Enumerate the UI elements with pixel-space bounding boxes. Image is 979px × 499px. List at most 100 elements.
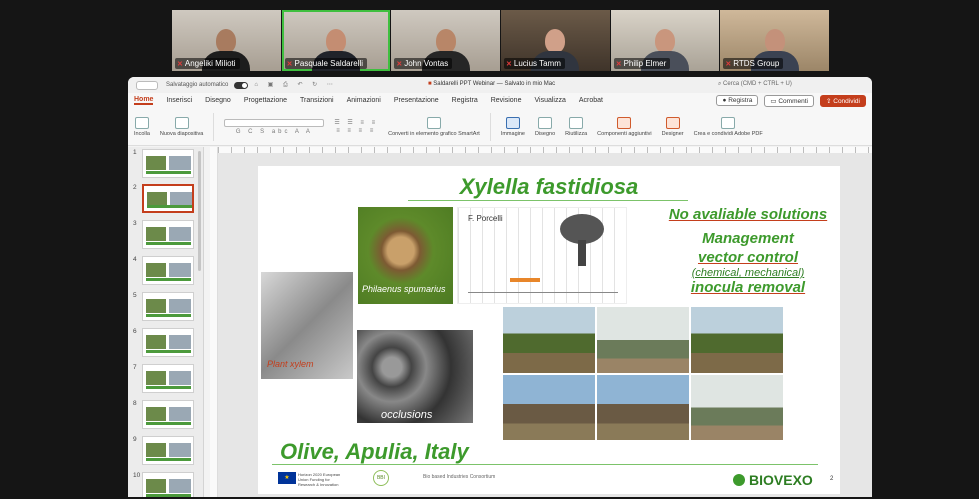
new-slide-icon (174, 116, 189, 129)
smartart-icon (426, 116, 441, 129)
addins-button[interactable]: Componenti aggiuntivi (597, 116, 652, 137)
thumbnail-row[interactable]: 4 (128, 256, 204, 286)
tab-design[interactable]: Progettazione (244, 97, 287, 104)
slide-thumbnail[interactable] (142, 292, 194, 321)
smartart-button[interactable]: Converti in elemento grafico SmartArt (388, 116, 480, 137)
thumbnail-row[interactable]: 3 (128, 220, 204, 250)
insect-caption: Philaenus spumarius (362, 284, 446, 294)
insect-photo[interactable]: Philaenus spumarius (358, 207, 453, 304)
participant-tile[interactable]: ✕ RTDS Group (720, 10, 830, 71)
reuse-icon (569, 116, 584, 129)
xylem-micrograph[interactable]: Plant xylem (261, 272, 353, 379)
slide-thumbnail[interactable] (142, 436, 194, 465)
vertical-ruler (210, 147, 218, 497)
tab-insert[interactable]: Inserisci (166, 97, 192, 104)
thumbnail-row[interactable]: 1 (128, 149, 204, 179)
slide-thumbnail[interactable] (142, 149, 194, 178)
no-solutions-text: No avaliable solutions (668, 206, 828, 223)
chemical-mechanical-text: (chemical, mechanical) (691, 267, 805, 279)
thumbnail-row[interactable]: 2 (128, 184, 204, 214)
paste-icon (134, 116, 149, 129)
divider (489, 112, 491, 141)
mic-off-icon: ✕ (725, 60, 732, 68)
occlusions-micrograph[interactable]: occlusions (357, 330, 473, 423)
slide-key-points[interactable]: No avaliable solutions Management vector… (653, 206, 840, 296)
sidebar-toggle-button[interactable] (136, 80, 158, 90)
new-slide-button[interactable]: Nuova diapositiva (160, 116, 203, 137)
slide-thumbnail[interactable] (142, 400, 194, 429)
participant-tile-active-speaker[interactable]: ✕ Pasquale Saldarelli (281, 10, 391, 71)
designer-button[interactable]: Designer (662, 116, 684, 137)
tab-home[interactable]: Home (134, 96, 154, 105)
ribbon-tab-bar: Home Inserisci Disegno Progettazione Tra… (128, 93, 872, 108)
participant-tile[interactable]: ✕ John Vontas (391, 10, 501, 71)
record-button[interactable]: ● Registra (716, 95, 759, 106)
participant-tile[interactable]: ✕ Lucius Tamm (501, 10, 610, 71)
thumbnail-row[interactable]: 9 (128, 436, 204, 466)
share-button[interactable]: ⇪ Condividi (819, 94, 866, 107)
reuse-button[interactable]: Riutilizza (565, 116, 587, 137)
paste-button[interactable]: Incolla (134, 116, 150, 137)
location-title[interactable]: Olive, Apulia, Italy (280, 439, 469, 465)
olive-tree-icon (558, 214, 606, 266)
mic-off-icon: ✕ (506, 60, 512, 68)
eu-flag-icon: ★ (278, 472, 296, 484)
tab-review[interactable]: Revisione (491, 97, 522, 104)
image-button[interactable]: Immagine (501, 116, 525, 137)
tab-draw[interactable]: Disegno (205, 97, 231, 104)
olive-tree-photo[interactable] (597, 374, 689, 440)
mic-off-icon: ✕ (177, 60, 183, 68)
thumbnail-scrollbar[interactable] (198, 151, 201, 271)
participant-tile[interactable]: ✕ Philip Elmer (610, 10, 720, 71)
autosave-toggle[interactable] (234, 81, 249, 89)
bbi-logo: BBI (373, 470, 389, 486)
align-icons[interactable]: ≡ ≡ ≡ ≡ (336, 128, 376, 134)
graph-axis (468, 292, 618, 293)
tab-animations[interactable]: Animazioni (347, 97, 381, 104)
search-input[interactable]: ⌕ Cerca (CMD + CTRL + U) (718, 81, 792, 88)
participant-name-label: ✕ RTDS Group (723, 58, 784, 69)
vector-lifecycle-graph[interactable]: F. Porcelli (457, 207, 627, 304)
slide-thumbnail[interactable] (142, 328, 194, 357)
tab-acrobat[interactable]: Acrobat (579, 97, 603, 104)
current-slide[interactable]: Xylella fastidiosa No avaliable solution… (258, 166, 840, 494)
tab-view[interactable]: Visualizza (534, 97, 565, 104)
comments-button[interactable]: ▭ Commenti (764, 94, 814, 107)
tab-record[interactable]: Registra (452, 97, 478, 104)
olive-tree-photo[interactable] (503, 307, 595, 373)
olive-tree-photo[interactable] (691, 374, 783, 440)
tab-slideshow[interactable]: Presentazione (394, 97, 439, 104)
participant-tile[interactable]: ✕ Angeliki Milioti (172, 10, 281, 71)
slide-thumbnail-panel[interactable]: 1 2 3 4 5 6 7 8 9 10 (128, 147, 204, 497)
slide-thumbnail[interactable] (142, 364, 194, 393)
mic-off-icon: ✕ (615, 60, 622, 68)
eu-funding-text: Horizon 2020 European Union Funding for … (298, 472, 341, 487)
adobe-pdf-button[interactable]: Crea e condividi Adobe PDF (694, 116, 763, 137)
slide-thumbnail[interactable] (142, 220, 194, 249)
slide-thumbnail[interactable] (142, 472, 194, 497)
thumbnail-row[interactable]: 7 (128, 364, 204, 394)
addins-icon (617, 116, 632, 129)
occlusions-caption: occlusions (381, 409, 433, 421)
olive-tree-photo[interactable] (691, 307, 783, 373)
slide-thumbnail-selected[interactable] (142, 184, 194, 213)
participant-name-label: ✕ Angeliki Milioti (175, 58, 240, 69)
olive-tree-photo[interactable] (503, 374, 595, 440)
font-name-dropdown[interactable] (224, 118, 325, 127)
thumbnail-row[interactable]: 8 (128, 400, 204, 430)
tab-transitions[interactable]: Transizioni (300, 97, 334, 104)
thumbnail-row[interactable]: 6 (128, 328, 204, 358)
quick-access-icons[interactable]: ⌂ ▣ ⎙ ↶ ↻ ⋯ (254, 81, 336, 89)
list-icons[interactable]: ☰ ☰ ≡ ≡ (334, 119, 378, 126)
draw-button[interactable]: Disegno (535, 116, 555, 137)
thumbnail-row[interactable]: 10 (128, 472, 204, 497)
slide-thumbnail[interactable] (142, 256, 194, 285)
management-text: Management (702, 230, 794, 247)
text-format-icons[interactable]: G C S abc A A (236, 129, 313, 135)
thumbnail-row[interactable]: 5 (128, 292, 204, 322)
olive-tree-photo[interactable] (597, 307, 689, 373)
slide-title[interactable]: Xylella fastidiosa (258, 174, 840, 200)
slide-canvas[interactable]: Xylella fastidiosa No avaliable solution… (218, 153, 872, 497)
editor-workspace: 1 2 3 4 5 6 7 8 9 10 Xylella fastidiosa … (128, 147, 872, 497)
slide-footer: ★ Horizon 2020 European Union Funding fo… (258, 468, 840, 494)
